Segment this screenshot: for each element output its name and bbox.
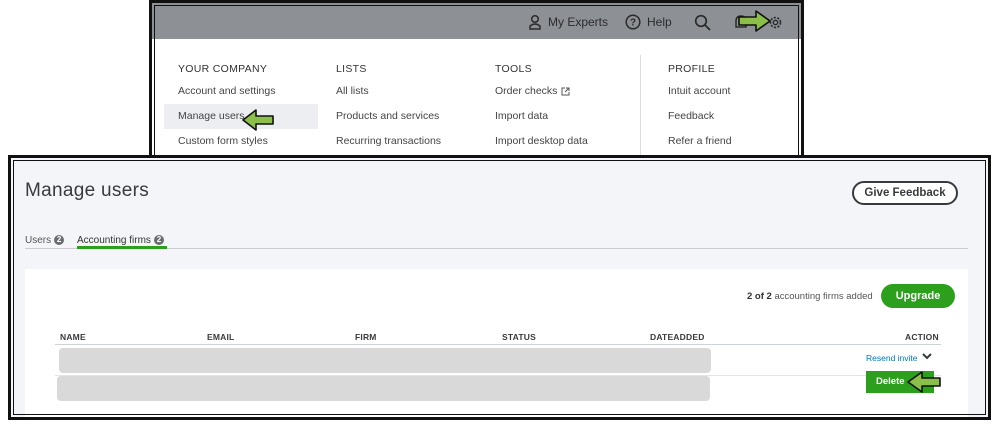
search-icon [694,14,711,31]
count-badge: 2 [153,235,164,245]
table-header-divider [55,344,941,345]
menu-item-products-services[interactable]: Products and services [336,104,441,129]
tab-label: Users [25,234,52,246]
menu-item-import-desktop-data[interactable]: Import desktop data [495,129,588,154]
profile-heading: PROFILE [668,63,716,75]
person-icon [529,14,541,30]
active-tab-indicator [77,246,167,249]
give-feedback-button[interactable]: Give Feedback [852,181,958,205]
column-header-firm[interactable]: FIRM [355,332,377,342]
menu-item-intuit-account[interactable]: Intuit account [668,79,732,104]
annotation-arrow-left-icon [242,109,274,131]
top-navigation-bar: My Experts ? Help [152,3,801,39]
menu-item-account-settings[interactable]: Account and settings [178,79,318,104]
annotation-arrow-right-icon [738,10,771,32]
your-company-heading: YOUR COMPANY [178,63,268,75]
count-badge: 2 [54,235,65,245]
tab-label: Accounting firms [77,234,151,246]
firms-count-text: 2 of 2 accounting firms added [747,291,873,302]
chevron-down-icon[interactable] [921,351,933,361]
column-header-action: ACTION [905,332,939,342]
settings-dropdown-menu: YOUR COMPANY Account and settings Manage… [158,39,800,159]
redacted-table-row [59,348,711,373]
help-icon: ? [625,14,641,30]
menu-item-label: Order checks [495,85,558,97]
external-link-icon [561,87,570,96]
menu-item-order-checks[interactable]: Order checks [495,79,588,104]
menu-item-refer-friend[interactable]: Refer a friend [668,129,732,154]
profile-column: PROFILE Intuit account Feedback Refer a … [668,63,732,154]
menu-item-custom-form-styles[interactable]: Custom form styles [178,129,318,154]
lists-column: LISTS All lists Products and services Re… [336,63,441,154]
upgrade-button[interactable]: Upgrade [881,284,955,308]
resend-invite-link[interactable]: Resend invite [866,353,918,363]
svg-text:?: ? [630,18,636,29]
menu-item-recurring-transactions[interactable]: Recurring transactions [336,129,441,154]
redacted-table-row [57,376,710,401]
menu-item-manage-users[interactable]: Manage users [164,104,318,129]
help-button[interactable]: ? Help [625,12,672,32]
manage-users-screenshot-panel: Manage users Give Feedback Users 2 Accou… [8,155,991,420]
my-experts-button[interactable]: My Experts [528,12,608,32]
tools-column: TOOLS Order checks Import data Import de… [495,63,588,154]
menu-item-feedback[interactable]: Feedback [668,104,732,129]
firms-count-suffix: accounting firms added [774,291,873,302]
column-header-status[interactable]: STATUS [502,332,536,342]
page-title: Manage users [25,180,150,201]
lists-heading: LISTS [336,63,367,75]
tab-users[interactable]: Users 2 [25,232,65,248]
menu-item-all-lists[interactable]: All lists [336,79,441,104]
column-header-date-added[interactable]: DATEADDED [650,332,705,342]
tools-heading: TOOLS [495,63,532,75]
settings-screenshot-panel: My Experts ? Help YOUR COMPANY Account a… [149,0,804,162]
column-header-name[interactable]: NAME [60,332,86,342]
firms-count-bold: 2 of 2 [747,291,772,302]
column-header-email[interactable]: EMAIL [207,332,234,342]
menu-item-import-data[interactable]: Import data [495,104,588,129]
search-button[interactable] [694,12,711,32]
help-label: Help [647,15,672,29]
accounting-firms-card: 2 of 2 accounting firms added Upgrade NA… [25,269,968,417]
my-experts-label: My Experts [548,15,609,29]
column-divider [640,55,641,159]
menu-item-label: Manage users [178,110,245,122]
annotation-arrow-left-icon [907,371,941,393]
